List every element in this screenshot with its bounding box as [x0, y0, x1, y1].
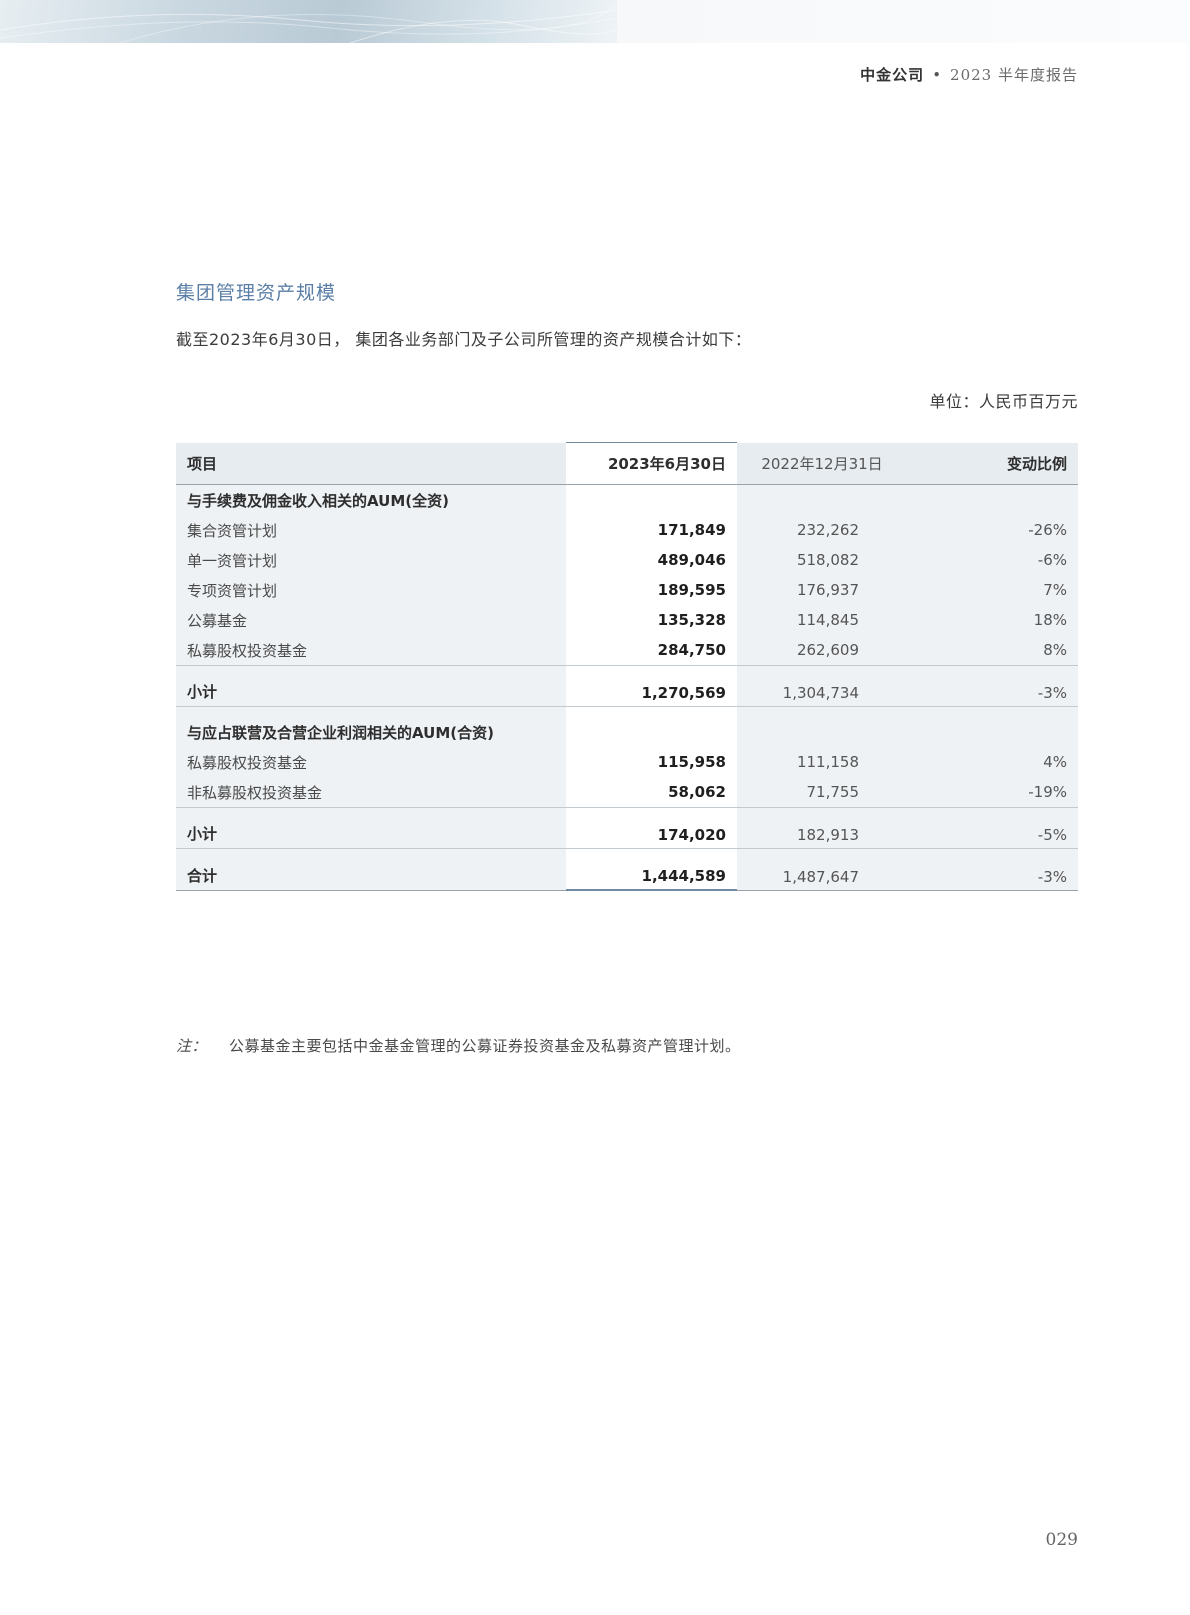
- row-change: 4%: [907, 747, 1078, 777]
- table-row: 私募股权投资基金 284,750 262,609 8%: [176, 635, 1078, 666]
- row-current: 284,750: [566, 635, 737, 666]
- row-previous: 262,609: [737, 635, 907, 666]
- row-current: 115,958: [566, 747, 737, 777]
- table-row: 公募基金 135,328 114,845 18%: [176, 605, 1078, 635]
- header-banner-fade: [617, 0, 1190, 43]
- subtotal-row: 小计 1,270,569 1,304,734 -3%: [176, 665, 1078, 707]
- aum-table: 项目 2023年6月30日 2022年12月31日 变动比例 与手续费及佣金收入…: [176, 442, 1078, 891]
- subtotal-previous: 1,304,734: [737, 665, 907, 707]
- row-change: -6%: [907, 545, 1078, 575]
- unit-label: 单位：人民币百万元: [929, 392, 1078, 411]
- page-header: 中金公司 • 2023 半年度报告: [860, 64, 1078, 85]
- row-change: 8%: [907, 635, 1078, 666]
- total-label: 合计: [176, 848, 566, 891]
- table-row: 单一资管计划 489,046 518,082 -6%: [176, 545, 1078, 575]
- subtotal-current: 174,020: [566, 807, 737, 849]
- header-item: 项目: [176, 442, 566, 485]
- table-row: 专项资管计划 189,595 176,937 7%: [176, 575, 1078, 605]
- group2-title: 与应占联营及合营企业利润相关的AUM(合资): [176, 706, 566, 747]
- row-label: 单一资管计划: [176, 545, 566, 575]
- row-previous: 518,082: [737, 545, 907, 575]
- header-change: 变动比例: [907, 442, 1078, 485]
- row-change: 7%: [907, 575, 1078, 605]
- row-current: 58,062: [566, 777, 737, 808]
- report-title: 2023 半年度报告: [950, 66, 1078, 84]
- row-previous: 114,845: [737, 605, 907, 635]
- header-separator: •: [932, 66, 943, 84]
- row-label: 集合资管计划: [176, 515, 566, 545]
- subtotal-row: 小计 174,020 182,913 -5%: [176, 807, 1078, 849]
- total-row: 合计 1,444,589 1,487,647 -3%: [176, 848, 1078, 891]
- row-current: 489,046: [566, 545, 737, 575]
- row-previous: 176,937: [737, 575, 907, 605]
- intro-text: 截至2023年6月30日， 集团各业务部门及子公司所管理的资产规模合计如下：: [176, 330, 752, 349]
- banner-wave-pattern: [0, 2, 617, 43]
- subtotal-label: 小计: [176, 807, 566, 849]
- header-current-period: 2023年6月30日: [566, 442, 737, 485]
- total-change: -3%: [907, 848, 1078, 891]
- table-row: 私募股权投资基金 115,958 111,158 4%: [176, 747, 1078, 777]
- row-change: 18%: [907, 605, 1078, 635]
- section-title: 集团管理资产规模: [176, 282, 337, 304]
- row-label: 专项资管计划: [176, 575, 566, 605]
- row-change: -26%: [907, 515, 1078, 545]
- row-current: 135,328: [566, 605, 737, 635]
- footnote-tag: 注：: [176, 1037, 208, 1055]
- subtotal-label: 小计: [176, 665, 566, 707]
- row-previous: 232,262: [737, 515, 907, 545]
- page-number: 029: [1045, 1530, 1078, 1550]
- table-row: 非私募股权投资基金 58,062 71,755 -19%: [176, 777, 1078, 808]
- row-previous: 71,755: [737, 777, 907, 808]
- row-label: 公募基金: [176, 605, 566, 635]
- subtotal-previous: 182,913: [737, 807, 907, 849]
- total-previous: 1,487,647: [737, 848, 907, 891]
- subtotal-change: -5%: [907, 807, 1078, 849]
- company-name: 中金公司: [860, 66, 925, 84]
- row-current: 189,595: [566, 575, 737, 605]
- row-current: 171,849: [566, 515, 737, 545]
- group-title-row: 与手续费及佣金收入相关的AUM(全资): [176, 484, 1078, 515]
- total-current: 1,444,589: [566, 848, 737, 891]
- table-row: 集合资管计划 171,849 232,262 -26%: [176, 515, 1078, 545]
- footnote-text: 公募基金主要包括中金基金管理的公募证券投资基金及私募资产管理计划。: [229, 1037, 741, 1055]
- header-banner-image: [0, 0, 617, 43]
- header-previous-period: 2022年12月31日: [737, 442, 907, 485]
- row-label: 私募股权投资基金: [176, 747, 566, 777]
- group1-title: 与手续费及佣金收入相关的AUM(全资): [176, 484, 566, 515]
- subtotal-current: 1,270,569: [566, 665, 737, 707]
- table-header-row: 项目 2023年6月30日 2022年12月31日 变动比例: [176, 442, 1078, 485]
- aum-table-container: 项目 2023年6月30日 2022年12月31日 变动比例 与手续费及佣金收入…: [176, 442, 1078, 891]
- footnote: 注： 公募基金主要包括中金基金管理的公募证券投资基金及私募资产管理计划。: [176, 1035, 741, 1056]
- row-previous: 111,158: [737, 747, 907, 777]
- group-title-row: 与应占联营及合营企业利润相关的AUM(合资): [176, 706, 1078, 747]
- row-label: 非私募股权投资基金: [176, 777, 566, 808]
- row-change: -19%: [907, 777, 1078, 808]
- subtotal-change: -3%: [907, 665, 1078, 707]
- row-label: 私募股权投资基金: [176, 635, 566, 666]
